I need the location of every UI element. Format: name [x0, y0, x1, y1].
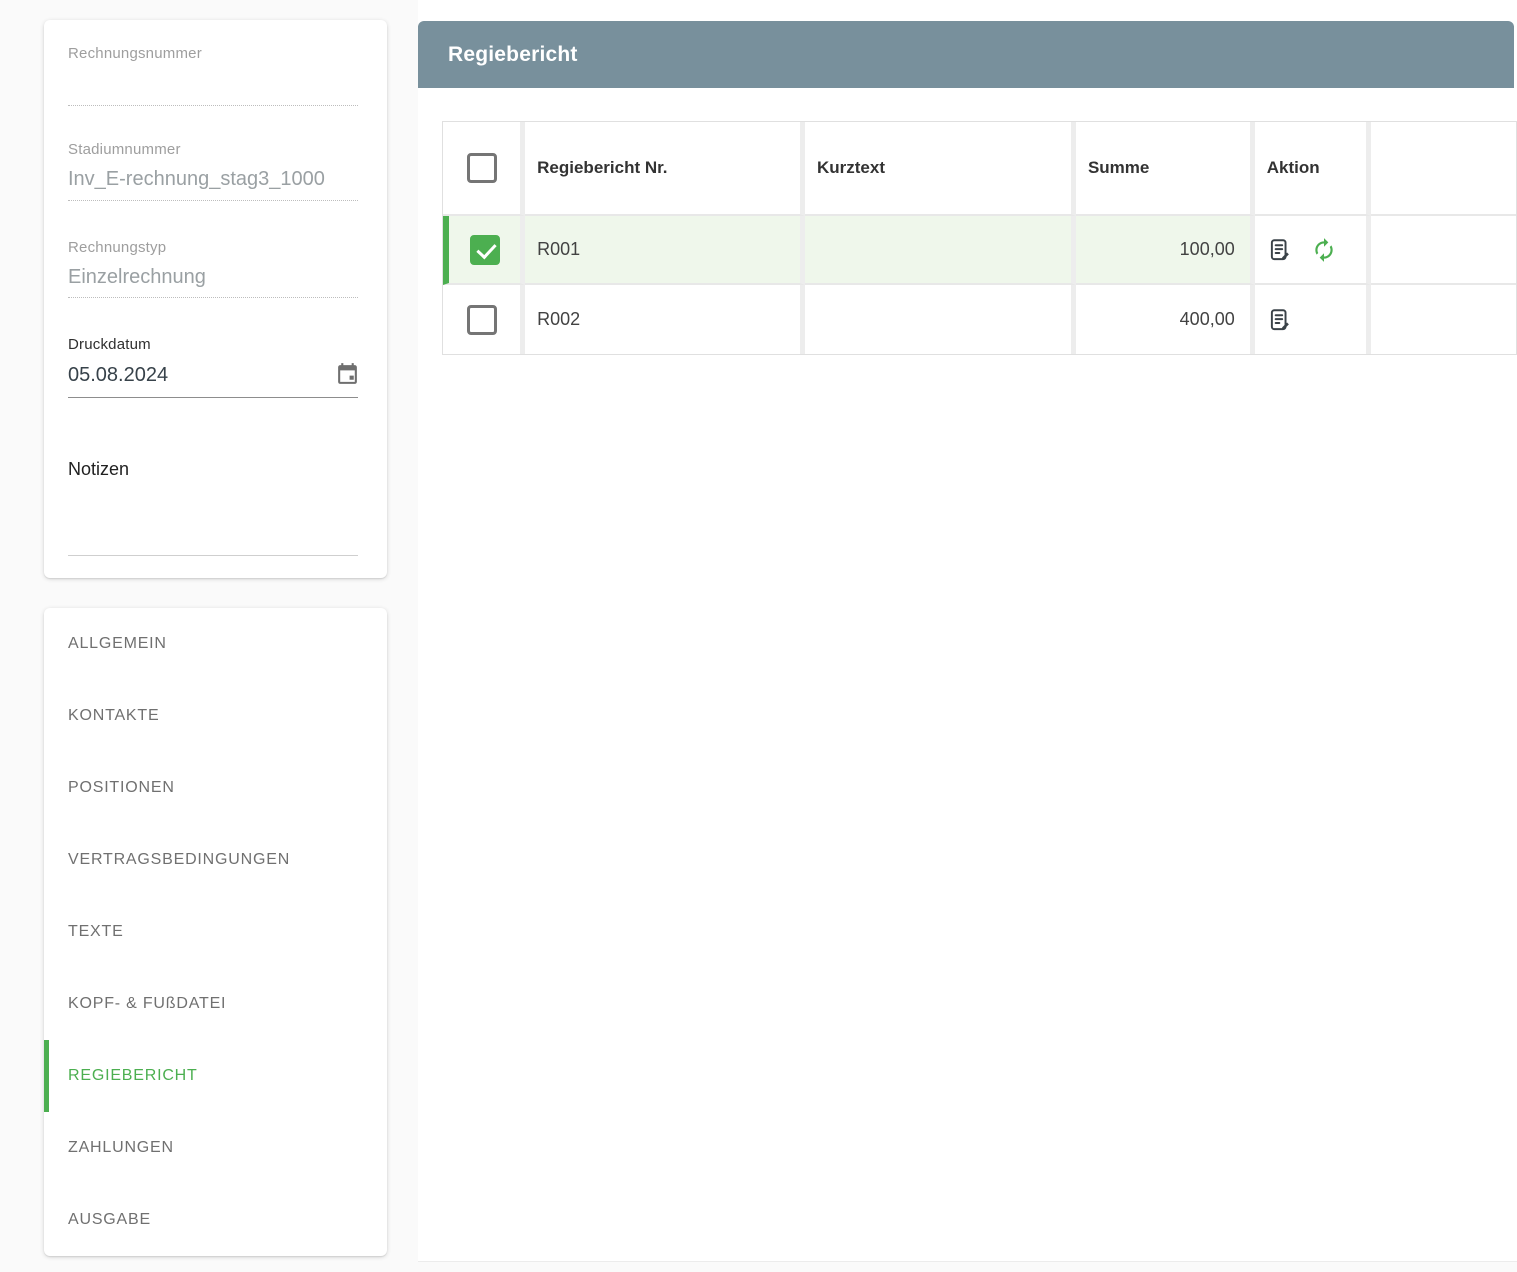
section-nav-card: ALLGEMEIN KONTAKTE POSITIONEN VERTRAGSBE…: [44, 608, 387, 1256]
column-header-aktion: Aktion: [1254, 122, 1371, 216]
nav-item-label: VERTRAGSBEDINGUNGEN: [68, 851, 291, 868]
cell-extra: [1371, 285, 1516, 354]
nav-item-kontakte[interactable]: KONTAKTE: [44, 680, 387, 752]
panel-header: Regiebericht: [418, 21, 1514, 88]
column-header-summe: Summe: [1075, 122, 1255, 216]
rechnungsnummer-underline: [68, 105, 358, 106]
table-header-row: Regiebericht Nr. Kurztext Summe Aktion: [443, 122, 1516, 216]
select-all-checkbox[interactable]: [466, 153, 497, 183]
druckdatum-value[interactable]: 05.08.2024: [68, 364, 168, 387]
druckdatum-underline: [68, 397, 358, 398]
nav-item-texte[interactable]: TEXTE: [44, 896, 387, 968]
cell-kurztext: [804, 285, 1076, 354]
stadiumnummer-label: Stadiumnummer: [68, 141, 181, 158]
stadiumnummer-underline: [68, 200, 358, 201]
nav-item-label: ZAHLUNGEN: [68, 1139, 174, 1156]
nav-item-label: REGIEBERICHT: [68, 1067, 198, 1084]
column-header-extra: [1371, 122, 1516, 216]
row-checkbox-r002[interactable]: [466, 304, 497, 335]
cell-nr: R001: [525, 216, 805, 285]
cell-nr: R002: [525, 285, 805, 354]
cell-extra: [1371, 216, 1516, 285]
column-header-kurztext: Kurztext: [804, 122, 1076, 216]
calendar-icon[interactable]: [335, 361, 360, 386]
edit-note-icon[interactable]: [1267, 237, 1293, 263]
cell-aktion: [1254, 285, 1371, 354]
rechnungsnummer-label: Rechnungsnummer: [68, 45, 202, 62]
rechnungstyp-underline: [68, 297, 358, 298]
active-indicator-bar: [44, 1040, 49, 1112]
nav-item-regiebericht[interactable]: REGIEBERICHT: [44, 1040, 387, 1112]
cell-summe: 100,00: [1075, 216, 1255, 285]
rechnungstyp-value: Einzelrechnung: [68, 266, 206, 288]
cell-aktion: [1254, 216, 1371, 285]
column-header-nr: Regiebericht Nr.: [525, 122, 805, 216]
druckdatum-label: Druckdatum: [68, 336, 151, 353]
nav-item-label: ALLGEMEIN: [68, 635, 167, 652]
nav-item-vertragsbedingungen[interactable]: VERTRAGSBEDINGUNGEN: [44, 824, 387, 896]
notizen-label: Notizen: [68, 459, 130, 479]
invoice-form-card: Rechnungsnummer Stadiumnummer Inv_E-rech…: [44, 20, 387, 578]
nav-item-label: AUSGABE: [68, 1211, 151, 1228]
stadiumnummer-value: Inv_E-rechnung_stag3_1000: [68, 168, 325, 190]
nav-item-zahlungen[interactable]: ZAHLUNGEN: [44, 1112, 387, 1184]
table-row-r002[interactable]: R002 400,00: [443, 285, 1516, 354]
main-panel: Regiebericht Regiebericht Nr. Kurztext S…: [418, 0, 1517, 1262]
nav-item-label: TEXTE: [68, 923, 124, 940]
sync-icon[interactable]: [1311, 237, 1337, 263]
nav-item-positionen[interactable]: POSITIONEN: [44, 752, 387, 824]
regiebericht-table: Regiebericht Nr. Kurztext Summe Aktion R…: [442, 121, 1517, 355]
table-row-r001[interactable]: R001 100,00: [443, 216, 1516, 285]
nav-item-ausgabe[interactable]: AUSGABE: [44, 1184, 387, 1256]
rechnungstyp-label: Rechnungstyp: [68, 239, 167, 256]
nav-item-allgemein[interactable]: ALLGEMEIN: [44, 608, 387, 680]
row-checkbox-r001[interactable]: [469, 234, 500, 265]
nav-item-kopf-fussdatei[interactable]: KOPF- & FUßDATEI: [44, 968, 387, 1040]
nav-item-label: KOPF- & FUßDATEI: [68, 995, 227, 1012]
nav-item-label: POSITIONEN: [68, 779, 175, 796]
panel-title: Regiebericht: [448, 42, 578, 66]
cell-kurztext: [804, 216, 1076, 285]
notizen-input[interactable]: [68, 485, 358, 555]
nav-item-label: KONTAKTE: [68, 707, 160, 724]
edit-note-icon[interactable]: [1267, 307, 1293, 333]
notizen-underline: [68, 555, 358, 556]
cell-summe: 400,00: [1075, 285, 1255, 354]
